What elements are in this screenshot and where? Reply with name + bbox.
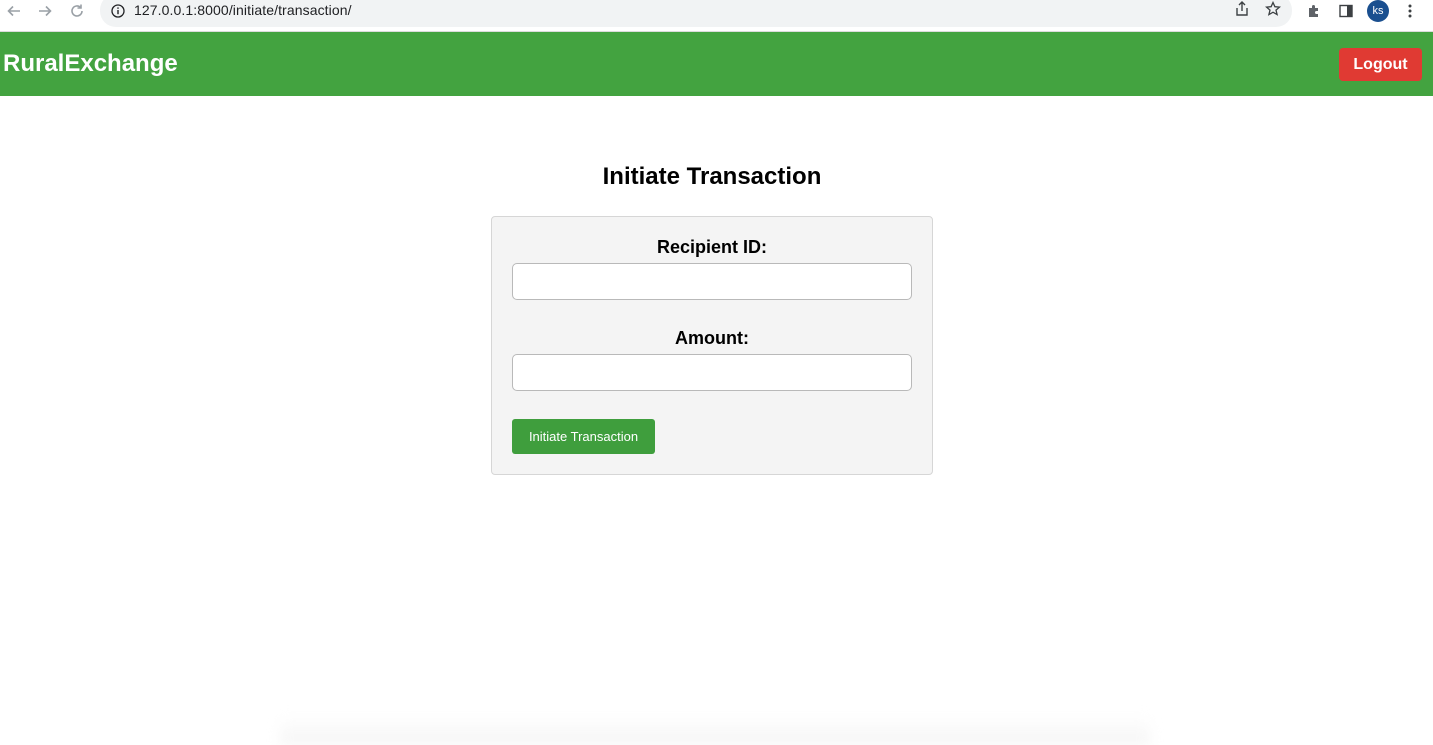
- extensions-icon[interactable]: [1303, 0, 1325, 22]
- logout-button[interactable]: Logout: [1339, 48, 1422, 81]
- initiate-transaction-button[interactable]: Initiate Transaction: [512, 419, 655, 454]
- forward-arrow-icon[interactable]: [33, 0, 57, 22]
- side-panel-icon[interactable]: [1335, 0, 1357, 22]
- url-text: 127.0.0.1:8000/initiate/transaction/: [134, 2, 352, 18]
- profile-avatar[interactable]: ks: [1367, 0, 1389, 22]
- amount-label: Amount:: [675, 328, 749, 348]
- page-title: Initiate Transaction: [602, 163, 822, 190]
- app-header: RuralExchange Logout: [0, 32, 1433, 96]
- bottom-shadow: [280, 715, 1150, 745]
- back-arrow-icon[interactable]: [2, 0, 26, 22]
- brand-title[interactable]: RuralExchange: [3, 50, 178, 78]
- browser-toolbar: 127.0.0.1:8000/initiate/transaction/ ks: [0, 0, 1433, 32]
- kebab-menu-icon[interactable]: [1399, 0, 1421, 22]
- info-icon[interactable]: [110, 3, 126, 19]
- star-icon[interactable]: [1262, 0, 1284, 20]
- recipient-id-input[interactable]: [512, 263, 912, 300]
- recipient-id-label: Recipient ID:: [656, 237, 767, 257]
- address-bar[interactable]: 127.0.0.1:8000/initiate/transaction/: [100, 0, 1292, 27]
- share-icon[interactable]: [1231, 0, 1253, 20]
- amount-input[interactable]: [512, 354, 912, 391]
- transaction-form: Recipient ID: Amount: Initiate Transacti…: [491, 216, 933, 475]
- reload-icon[interactable]: [65, 0, 89, 22]
